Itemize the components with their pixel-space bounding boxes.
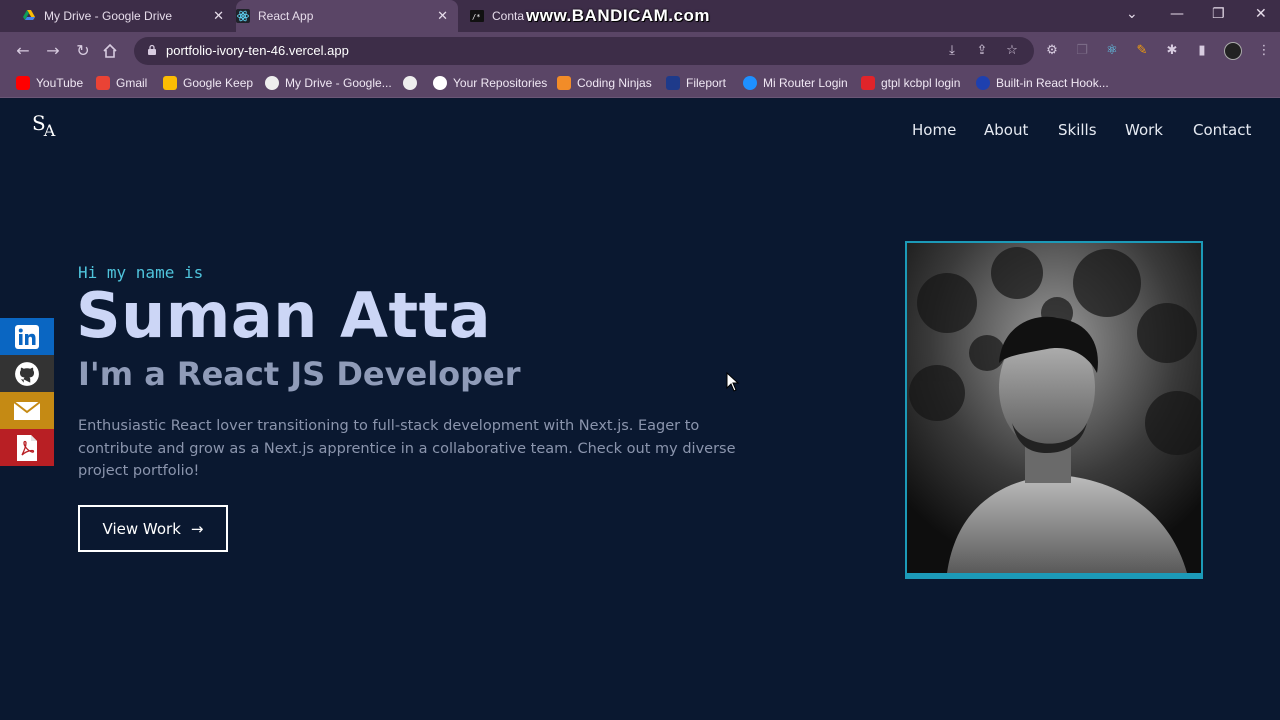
nav-work[interactable]: Work — [1125, 121, 1163, 139]
resume-link[interactable] — [0, 429, 54, 466]
github-icon — [433, 76, 447, 90]
mouse-cursor-icon — [726, 372, 740, 392]
minimize-button[interactable]: — — [1170, 6, 1184, 22]
tab-strip: My Drive - Google Drive ✕ React App ✕ /*… — [0, 0, 1280, 32]
hero-role: I'm a React JS Developer — [78, 355, 521, 393]
bookmark-gtpl[interactable]: gtpl kcbpl login — [861, 76, 960, 90]
bookmark-gmail[interactable]: Gmail — [96, 76, 147, 90]
globe-icon — [265, 76, 279, 90]
wifi-icon — [743, 76, 757, 90]
extension-copy-icon[interactable]: ❐ — [1074, 43, 1090, 59]
bookmark-globe[interactable] — [403, 76, 423, 90]
close-window-button[interactable]: ✕ — [1255, 6, 1267, 22]
gmail-icon — [96, 76, 110, 90]
restore-button[interactable]: ❐ — [1212, 6, 1225, 22]
bookmark-label: Your Repositories — [453, 76, 548, 90]
tab-title: My Drive - Google Drive — [44, 9, 173, 23]
fileport-icon — [666, 76, 680, 90]
bookmark-mi-router[interactable]: Mi Router Login — [743, 76, 848, 90]
share-icon[interactable]: ⇪ — [974, 43, 990, 59]
react-devtools-icon[interactable]: ⚛ — [1104, 43, 1120, 59]
extension-gear-icon[interactable]: ⚙ — [1044, 43, 1060, 59]
coding-ninjas-icon — [557, 76, 571, 90]
button-label: View Work — [102, 519, 181, 538]
tab-title: React App — [258, 9, 314, 23]
tab-react-app[interactable]: React App ✕ — [236, 0, 458, 32]
view-work-button[interactable]: View Work → — [78, 505, 228, 552]
extensions-puzzle-icon[interactable]: ✱ — [1164, 43, 1180, 59]
email-link[interactable] — [0, 392, 54, 429]
browser-toolbar: ← → ↻ portfolio-ivory-ten-46.vercel.app … — [0, 32, 1280, 70]
close-tab-icon[interactable]: ✕ — [437, 8, 448, 24]
github-icon — [15, 361, 39, 386]
profile-photo-frame — [905, 241, 1203, 579]
nav-skills[interactable]: Skills — [1058, 121, 1097, 139]
close-tab-icon[interactable]: ✕ — [213, 8, 224, 24]
hero-bio: Enthusiastic React lover transitioning t… — [78, 418, 736, 479]
youtube-icon — [16, 76, 30, 90]
terminal-icon: /* — [470, 10, 484, 22]
profile-avatar[interactable] — [1224, 42, 1242, 60]
svg-text:/*: /* — [472, 13, 480, 21]
pdf-icon — [17, 434, 37, 461]
recorder-watermark: www.BANDICAM.com — [526, 6, 710, 25]
mail-icon — [13, 400, 41, 420]
bookmark-react-hooks[interactable]: Built-in React Hook... — [976, 76, 1109, 90]
bookmark-label: Coding Ninjas — [577, 76, 652, 90]
linkedin-link[interactable] — [0, 318, 54, 355]
bookmark-label: YouTube — [36, 76, 84, 90]
arrow-right-icon: → — [190, 519, 204, 538]
bookmark-label: gtpl kcbpl login — [881, 76, 961, 90]
nav-about[interactable]: About — [984, 121, 1028, 139]
menu-kebab-icon[interactable]: ⋮ — [1256, 43, 1272, 59]
forward-icon[interactable]: → — [42, 40, 64, 62]
reload-icon[interactable]: ↻ — [72, 40, 94, 62]
google-keep-icon — [163, 76, 177, 90]
bookmark-youtube[interactable]: YouTube — [16, 76, 83, 90]
extension-pen-icon[interactable]: ✎ — [1134, 43, 1150, 59]
back-icon[interactable]: ← — [12, 40, 34, 62]
google-drive-icon — [23, 10, 35, 20]
logo-letter-s: S — [32, 111, 46, 135]
bookmarks-bar: YouTube Gmail Google Keep My Drive - Goo… — [0, 70, 1280, 98]
site-logo[interactable]: SA — [32, 111, 55, 140]
url-text: portfolio-ivory-ten-46.vercel.app — [166, 43, 349, 58]
tab-google-drive[interactable]: My Drive - Google Drive ✕ — [22, 0, 234, 32]
nav-home[interactable]: Home — [912, 121, 956, 139]
nav-contact[interactable]: Contact — [1193, 121, 1251, 139]
tab-title: Conta — [492, 9, 525, 23]
bookmark-label: Built-in React Hook... — [996, 76, 1109, 90]
bookmark-google-keep[interactable]: Google Keep — [163, 76, 253, 90]
bookmark-repositories[interactable]: Your Repositories — [433, 76, 547, 90]
globe-icon — [976, 76, 990, 90]
logo-letter-a: A — [43, 121, 55, 140]
bookmark-label: Fileport — [686, 76, 727, 90]
hero-name: Suman Atta — [76, 279, 492, 352]
linkedin-icon — [15, 324, 39, 349]
install-app-icon[interactable]: ⤓ — [944, 43, 960, 59]
tab-search-icon[interactable]: ⌄ — [1126, 6, 1138, 22]
bookmark-coding-ninjas[interactable]: Coding Ninjas — [557, 76, 652, 90]
portfolio-page: SA Home About Skills Work Contact Hi my … — [0, 99, 1280, 720]
react-icon — [236, 9, 250, 23]
bookmark-label: Mi Router Login — [763, 76, 848, 90]
profile-photo — [907, 243, 1201, 573]
address-bar[interactable]: portfolio-ivory-ten-46.vercel.app ⤓ ⇪ ☆ — [134, 37, 1034, 65]
side-panel-icon[interactable]: ▮ — [1194, 43, 1210, 59]
github-link[interactable] — [0, 355, 54, 392]
angular-icon — [861, 76, 875, 90]
bookmark-star-icon[interactable]: ☆ — [1004, 43, 1020, 59]
bookmark-fileport[interactable]: Fileport — [666, 76, 726, 90]
home-icon[interactable] — [102, 43, 118, 59]
bookmark-label: Gmail — [116, 76, 148, 90]
bookmark-label: Google Keep — [183, 76, 254, 90]
bookmark-my-drive[interactable]: My Drive - Google... — [265, 76, 392, 90]
lock-icon — [148, 44, 156, 55]
bookmark-label: My Drive - Google... — [285, 76, 392, 90]
globe-icon — [403, 76, 417, 90]
